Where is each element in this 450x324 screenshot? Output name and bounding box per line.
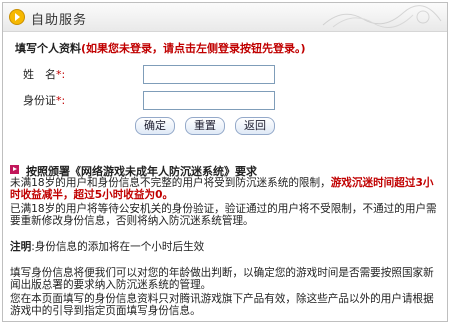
notice-bullet-icon	[10, 165, 19, 174]
login-warning: (如果您未登录，请点击左侧登录按钮先登录。)	[81, 42, 306, 55]
self-service-panel: 自助服务 填写个人资料(如果您未登录，请点击左侧登录按钮先登录。) 姓 名*: …	[2, 2, 448, 322]
confirm-button[interactable]: 确定	[135, 117, 175, 135]
notice-para-3: 填写身份信息将便我们可以对您的年龄做出判断，以确定您的游戏时间是否需要按照国家新…	[10, 267, 434, 291]
panel-title: 自助服务	[31, 13, 88, 28]
id-label: 身份证*:	[23, 94, 66, 107]
main-content: 填写个人资料(如果您未登录，请点击左侧登录按钮先登录。)	[15, 40, 437, 56]
name-input[interactable]	[143, 65, 275, 84]
panel-header: 自助服务	[3, 3, 447, 32]
notice-para-2: 已满18岁的用户将等待公安机关的身份验证，验证通过的用户将不受限制，不通过的用户…	[10, 203, 437, 227]
name-label: 姓 名*:	[23, 68, 66, 81]
intro-line: 填写个人资料(如果您未登录，请点击左侧登录按钮先登录。)	[15, 40, 437, 56]
arrow-bullet-icon	[9, 9, 25, 25]
notice-para-4: 您在本页面填写的身份信息资料只对腾讯游戏旗下产品有效，除这些产品以外的用户请根据…	[10, 293, 434, 317]
reset-button[interactable]: 重置	[185, 117, 225, 135]
id-card-input[interactable]	[143, 91, 275, 110]
back-button[interactable]: 返回	[235, 117, 275, 135]
decorative-pattern-icon	[322, 5, 442, 28]
notice-para-1: 未满18岁的用户和身份信息不完整的用户将受到防沉迷系统的限制，游戏沉迷时间超过3…	[10, 177, 434, 201]
notice-note: 注明:身份信息的添加将在一个小时后生效	[10, 241, 205, 253]
intro-prefix: 填写个人资料	[15, 42, 81, 55]
